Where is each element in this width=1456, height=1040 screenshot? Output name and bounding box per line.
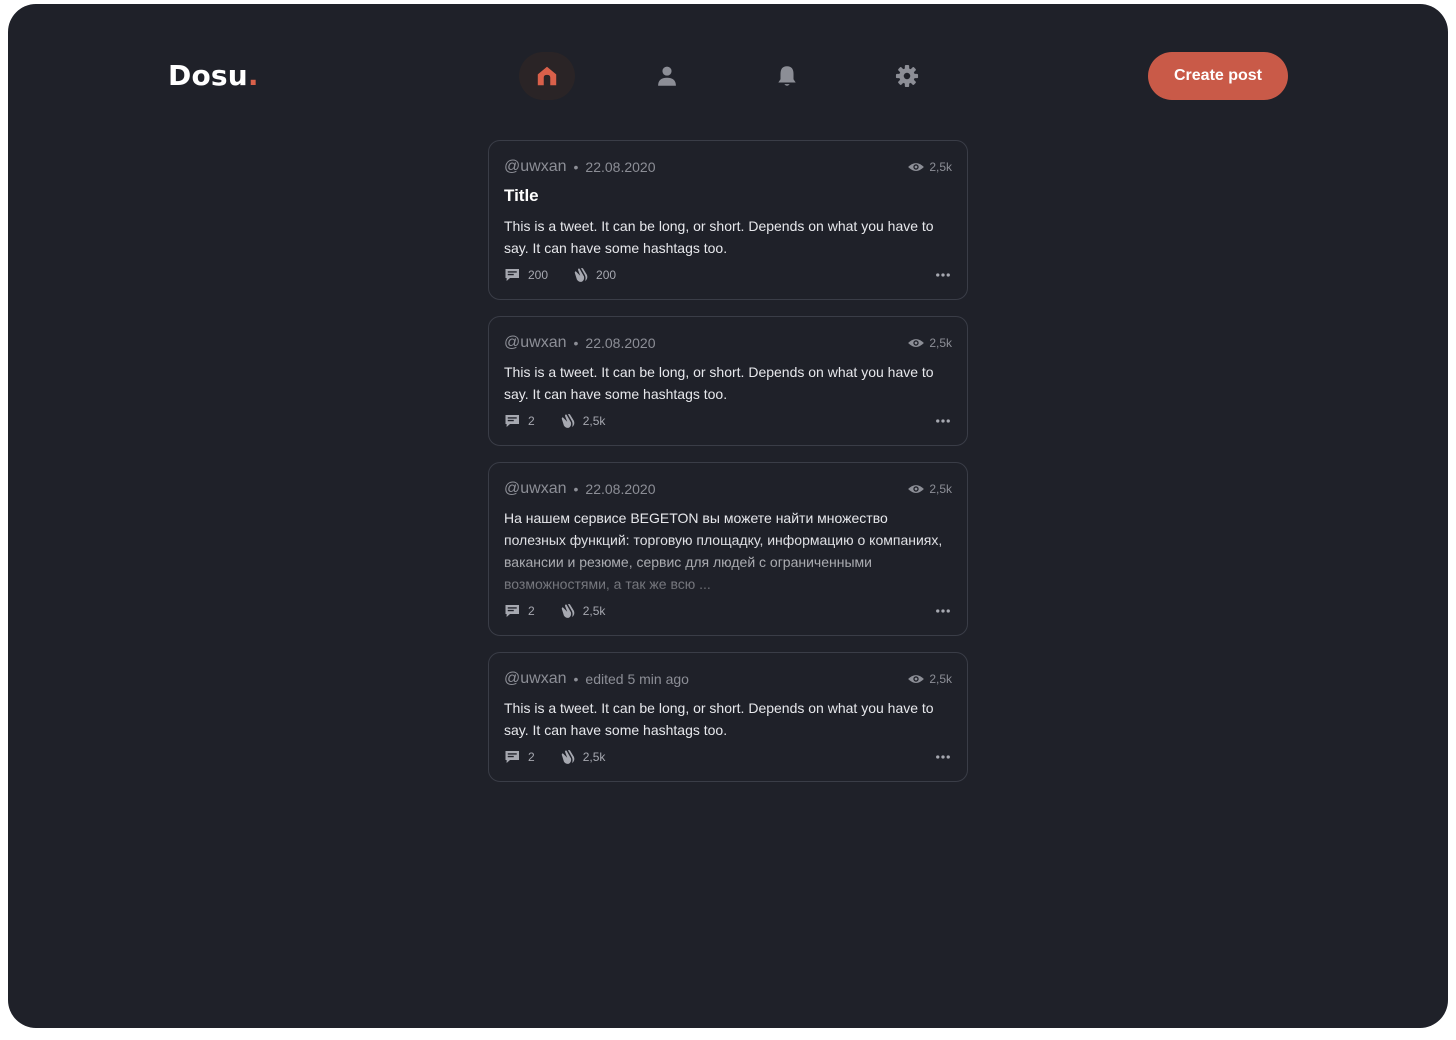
comment-icon [505,269,519,281]
post-date: 22.08.2020 [585,335,656,351]
clap-icon [561,413,574,428]
main-nav [519,52,935,100]
post-header: @uwxan • 22.08.2020 2,5k [504,479,952,499]
claps-count: 2,5k [582,604,606,618]
post-views: 2,5k [907,480,952,498]
post-author[interactable]: @uwxan [504,334,567,352]
more-icon [936,755,950,759]
clap-icon [561,749,574,764]
meta-separator: • [573,671,579,687]
views-count: 2,5k [929,336,952,350]
brand-logo[interactable]: Dosu. [168,58,259,94]
post-body-truncated: На нашем сервисе BEGETON вы можете найти… [504,510,943,592]
meta-separator: • [573,335,579,351]
nav-settings[interactable] [879,52,935,100]
more-options-button[interactable] [934,602,952,620]
post-views: 2,5k [907,158,952,176]
post-header: @uwxan • 22.08.2020 2,5k [504,157,952,177]
meta-separator: • [573,481,579,497]
post-author[interactable]: @uwxan [504,158,567,176]
more-options-button[interactable] [934,748,952,766]
post-views: 2,5k [907,670,952,688]
views-count: 2,5k [929,672,952,686]
views-count: 2,5k [929,160,952,174]
nav-profile[interactable] [639,52,695,100]
post-feed: @uwxan • 22.08.2020 2,5k Title This is a… [488,140,968,798]
eye-icon [908,485,925,493]
eye-icon [908,675,925,683]
comment-icon [505,751,519,763]
eye-icon [908,339,925,347]
comments-button[interactable]: 2 [504,748,535,766]
post-footer: 2 2,5k [504,411,952,431]
post-author[interactable]: @uwxan [504,480,567,498]
meta-separator: • [573,159,579,175]
comments-count: 2 [528,414,535,428]
post-card[interactable]: @uwxan • 22.08.2020 2,5k This is a tweet… [488,316,968,446]
user-icon [658,66,676,86]
post-edited-time: edited 5 min ago [585,671,689,687]
clap-icon [561,603,574,618]
post-title: Title [504,186,539,205]
comments-button[interactable]: 2 [504,602,535,620]
app-window: Dosu. Create post @uwxan • 22.08.2020 2,… [8,4,1448,1028]
post-body: This is a tweet. It can be long, or shor… [504,218,934,256]
post-card[interactable]: @uwxan • edited 5 min ago 2,5k This is a… [488,652,968,782]
post-card[interactable]: @uwxan • 22.08.2020 2,5k На нашем сервис… [488,462,968,636]
post-views: 2,5k [907,334,952,352]
comments-button[interactable]: 2 [504,412,535,430]
clap-button[interactable]: 2,5k [559,412,606,430]
clap-button[interactable]: 2,5k [559,602,606,620]
bell-icon [778,66,796,86]
home-icon [537,66,557,86]
comment-icon [505,605,519,617]
post-header: @uwxan • edited 5 min ago 2,5k [504,669,952,689]
comment-icon [505,415,519,427]
clap-button[interactable]: 200 [572,266,616,284]
post-footer: 2 2,5k [504,747,952,767]
claps-count: 2,5k [582,750,606,764]
post-date: 22.08.2020 [585,481,656,497]
comments-count: 2 [528,750,535,764]
more-icon [936,419,950,423]
gear-icon [895,64,919,88]
comments-count: 200 [528,268,549,282]
brand-dot: . [247,59,259,92]
clap-button[interactable]: 2,5k [559,748,606,766]
more-icon [936,609,950,613]
comments-button[interactable]: 200 [504,266,548,284]
nav-home[interactable] [519,52,575,100]
post-date: 22.08.2020 [585,159,656,175]
claps-count: 200 [596,268,617,282]
post-body: This is a tweet. It can be long, or shor… [504,700,934,738]
claps-count: 2,5k [582,414,606,428]
nav-notifications[interactable] [759,52,815,100]
post-card[interactable]: @uwxan • 22.08.2020 2,5k Title This is a… [488,140,968,300]
post-author[interactable]: @uwxan [504,670,567,688]
more-options-button[interactable] [934,412,952,430]
post-footer: 200 200 [504,265,952,285]
brand-name: Dosu [168,59,248,92]
comments-count: 2 [528,604,535,618]
more-options-button[interactable] [934,266,952,284]
clap-icon [574,267,588,282]
eye-icon [908,163,925,171]
views-count: 2,5k [929,482,952,496]
post-header: @uwxan • 22.08.2020 2,5k [504,333,952,353]
more-icon [936,273,950,277]
create-post-button[interactable]: Create post [1148,52,1288,100]
post-body: This is a tweet. It can be long, or shor… [504,364,934,402]
post-footer: 2 2,5k [504,601,952,621]
